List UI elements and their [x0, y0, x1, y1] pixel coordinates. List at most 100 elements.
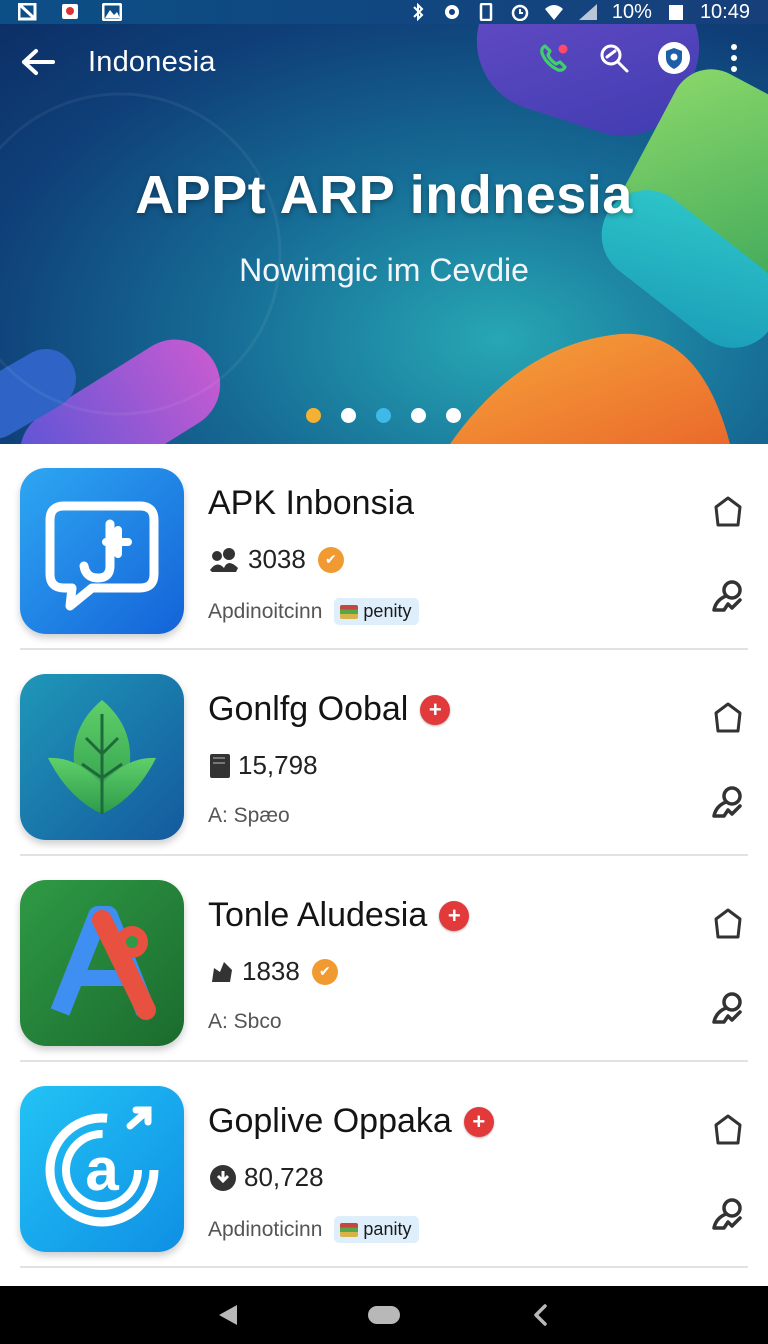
- vibrate-icon: [479, 3, 493, 21]
- search-icon: [600, 44, 629, 73]
- category-chip: panity: [334, 1216, 420, 1243]
- star-outline-icon: [714, 1114, 742, 1145]
- app-icon[interactable]: [20, 674, 184, 840]
- plus-badge-icon: +: [463, 1106, 494, 1137]
- app-meta-text: A: Sbco: [208, 1010, 282, 1033]
- user-key-icon: [712, 992, 742, 1024]
- users-icon: [210, 547, 238, 572]
- more-options-button[interactable]: [714, 38, 754, 78]
- favorite-button[interactable]: [708, 492, 748, 532]
- profile-button[interactable]: [708, 782, 748, 822]
- app-stat: 15,798: [208, 750, 318, 781]
- app-meta: Apdinoitcinn penity: [208, 598, 420, 625]
- app-name-text: Gonlfg Oobal: [208, 690, 409, 728]
- app-stat-value: 80,728: [244, 1162, 324, 1192]
- signal-icon: [578, 4, 597, 20]
- download-icon: [210, 1164, 236, 1191]
- back-icon: [219, 1305, 237, 1325]
- verified-badge-icon: ✔: [311, 958, 338, 985]
- carousel-dot[interactable]: [411, 408, 426, 423]
- row-divider: [20, 1266, 748, 1268]
- hero-title: APPt ARP indnesia: [135, 165, 633, 225]
- app-notification-icon: [62, 4, 78, 19]
- carousel-dot[interactable]: [341, 408, 356, 423]
- app-stat: 3038 ✔: [208, 544, 344, 575]
- app-meta-text: Apdinoticinn: [208, 1217, 323, 1241]
- app-name[interactable]: Gonlfg Oobal +: [208, 690, 451, 729]
- nav-back-button[interactable]: [204, 1295, 252, 1335]
- svg-text:a: a: [85, 1136, 119, 1203]
- alarm-icon: [511, 4, 529, 21]
- app-icon[interactable]: [20, 880, 184, 1046]
- app-bar-title: Indonesia: [88, 45, 216, 78]
- app-list-item[interactable]: APK Inbonsia 3038 ✔ Apdinoitcinn penity: [0, 444, 768, 650]
- app-name-text: Tonle Aludesia: [208, 896, 428, 934]
- gallery-icon: [102, 3, 122, 21]
- app-list-item[interactable]: a Goplive Oppaka + 80,728 Apdinoticinn pan…: [0, 1062, 768, 1268]
- app-list-item[interactable]: Tonle Aludesia + 1838 ✔ A: Sbco: [0, 856, 768, 1062]
- user-key-icon: [712, 580, 742, 612]
- hero-banner[interactable]: Indonesia APPt ARP indnesia Nowimgic im …: [0, 24, 768, 444]
- app-meta-text: Apdinoitcinn: [208, 599, 323, 623]
- chip-flag-icon: [340, 604, 359, 619]
- app-list-item[interactable]: Gonlfg Oobal + 15,798 A: Spæo: [0, 650, 768, 856]
- app-stat-value: 3038: [248, 544, 306, 574]
- carousel-dot[interactable]: [376, 408, 391, 423]
- app-name[interactable]: Goplive Oppaka +: [208, 1102, 494, 1141]
- battery-icon: [668, 5, 683, 20]
- navigation-bar: [0, 1286, 768, 1344]
- book-icon: [210, 753, 230, 778]
- app-name-text: Goplive Oppaka: [208, 1102, 452, 1140]
- app-name-text: APK Inbonsia: [208, 484, 415, 522]
- verified-badge-icon: ✔: [317, 546, 344, 573]
- nav-home-button[interactable]: [360, 1295, 408, 1335]
- bluetooth-icon: [413, 3, 424, 21]
- app-name[interactable]: APK Inbonsia: [208, 484, 414, 523]
- app-stat: 80,728: [208, 1162, 324, 1193]
- app-meta: Apdinoticinn panity: [208, 1216, 420, 1243]
- app-bar: Indonesia: [0, 24, 768, 100]
- favorite-button[interactable]: [708, 698, 748, 738]
- shield-icon: [658, 42, 690, 74]
- battery-percent: 10%: [611, 0, 652, 23]
- app-stat-value: 1838: [242, 956, 300, 986]
- shield-button[interactable]: [654, 38, 694, 78]
- favorite-button[interactable]: [708, 1110, 748, 1150]
- favorite-button[interactable]: [708, 904, 748, 944]
- search-button[interactable]: [594, 38, 634, 78]
- app-meta-text: A: Spæo: [208, 804, 290, 827]
- category-chip: penity: [334, 598, 420, 625]
- phone-icon: [540, 44, 568, 72]
- star-outline-icon: [714, 908, 742, 939]
- app-name[interactable]: Tonle Aludesia +: [208, 896, 470, 935]
- star-outline-icon: [714, 496, 742, 527]
- back-button[interactable]: [16, 40, 60, 84]
- app-meta: A: Sbco: [208, 1010, 282, 1034]
- home-icon: [368, 1306, 400, 1324]
- app-icon[interactable]: a: [20, 1086, 184, 1252]
- star-outline-icon: [714, 702, 742, 733]
- app-stat-value: 15,798: [238, 750, 318, 780]
- chip-flag-icon: [340, 1222, 359, 1237]
- user-key-icon: [712, 1198, 742, 1230]
- recents-icon: [534, 1304, 547, 1326]
- call-button[interactable]: [534, 38, 574, 78]
- app-icon[interactable]: [20, 468, 184, 634]
- carousel-dot[interactable]: [446, 408, 461, 423]
- status-right: 10% 10:49: [408, 1, 750, 24]
- status-time: 10:49: [699, 0, 750, 23]
- status-left: [18, 3, 122, 21]
- chip-label: penity: [363, 601, 412, 621]
- status-bar: 10% 10:49: [0, 0, 768, 24]
- wifi-icon: [544, 5, 563, 20]
- bag-icon: [212, 961, 232, 982]
- carousel-dot[interactable]: [306, 408, 321, 423]
- profile-button[interactable]: [708, 988, 748, 1028]
- profile-button[interactable]: [708, 576, 748, 616]
- nav-recents-button[interactable]: [516, 1295, 564, 1335]
- hero-subtitle: Nowimgic im Cevdie: [239, 252, 529, 288]
- user-key-icon: [712, 786, 742, 818]
- profile-button[interactable]: [708, 1194, 748, 1234]
- chip-label: panity: [363, 1219, 412, 1239]
- location-icon: [444, 5, 459, 19]
